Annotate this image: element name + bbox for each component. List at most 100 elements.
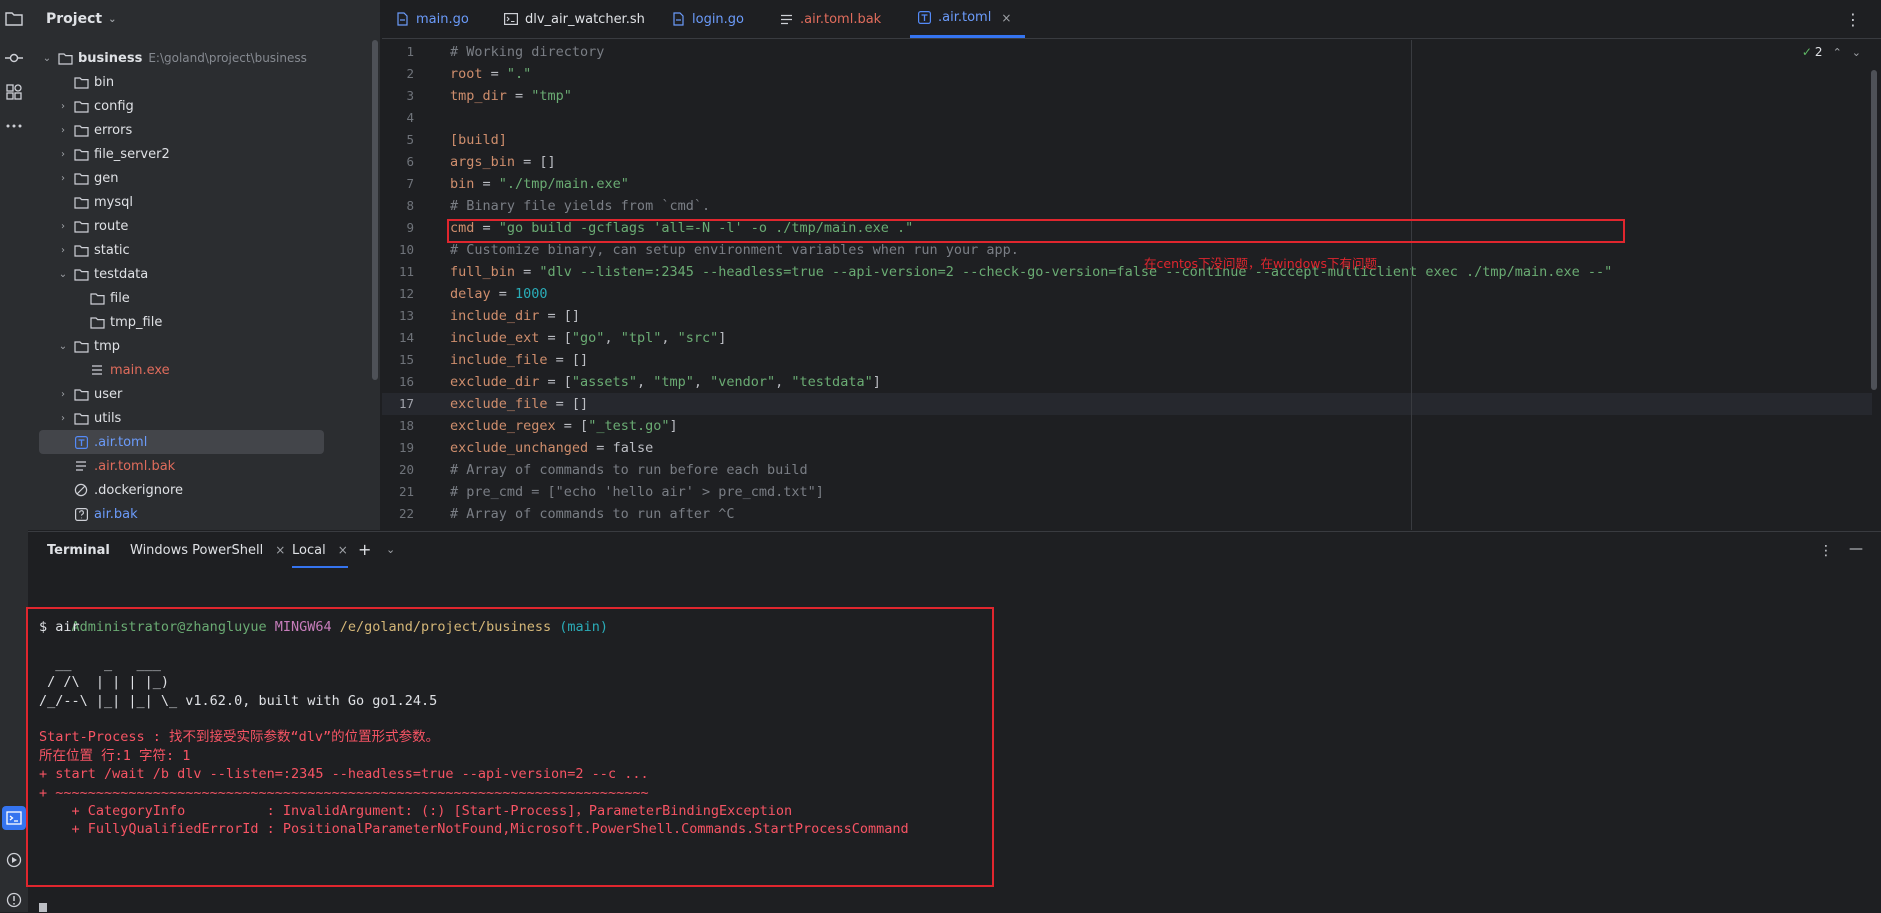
folder-icon xyxy=(73,171,89,185)
inspection-widget[interactable]: ✓ 2 ⌃ ⌄ xyxy=(1802,45,1861,59)
project-title: Project xyxy=(46,11,103,27)
text-file-icon xyxy=(73,459,89,473)
code-token: root xyxy=(450,66,483,82)
tree-scrollbar[interactable] xyxy=(372,40,378,380)
commit-icon[interactable] xyxy=(2,46,26,70)
terminal-icon[interactable] xyxy=(2,806,26,830)
code-line: 5 [build] xyxy=(382,129,1872,151)
tab-local[interactable]: Local × xyxy=(292,543,348,568)
chevron-down-icon[interactable]: ⌄ xyxy=(40,53,54,64)
chevron-up-icon[interactable]: ⌃ xyxy=(1833,46,1842,59)
tree-item[interactable]: .air.toml xyxy=(39,430,324,454)
minimize-icon[interactable]: — xyxy=(1849,541,1863,557)
tree-item[interactable]: › static xyxy=(28,238,380,262)
code-token: "_test.go" xyxy=(588,418,670,434)
tab-dlv-air-watcher-sh[interactable]: dlv_air_watcher.sh xyxy=(504,0,645,38)
add-icon[interactable]: + xyxy=(358,540,371,559)
tree-item[interactable]: › errors xyxy=(28,118,380,142)
line-number: 4 xyxy=(406,110,414,125)
code-text: # Array of commands to run after ^C xyxy=(450,503,734,525)
tab-login-go[interactable]: login.go xyxy=(672,0,744,38)
chevron-down-icon[interactable]: ⌄ xyxy=(56,341,70,352)
tab-windows-powershell[interactable]: Windows PowerShell × xyxy=(130,543,285,558)
code-token: = [] xyxy=(515,154,556,170)
tab-options-icon[interactable]: ⋮ xyxy=(1845,10,1861,29)
more-tools-icon[interactable] xyxy=(2,114,26,138)
terminal-options-icon[interactable]: ⋮ xyxy=(1819,543,1833,559)
chevron-right-icon[interactable]: › xyxy=(56,101,70,112)
chevron-right-icon[interactable]: › xyxy=(56,125,70,136)
code-token: # Binary file yields from `cmd`. xyxy=(450,198,711,214)
close-icon[interactable]: × xyxy=(1001,11,1011,25)
code-text: # Array of commands to run before each b… xyxy=(450,459,808,481)
tree-item[interactable]: file xyxy=(28,286,380,310)
tree-item[interactable]: air.bak xyxy=(28,502,380,526)
chevron-down-icon[interactable]: ⌄ xyxy=(386,543,395,556)
services-icon[interactable] xyxy=(2,848,26,872)
tab-air-toml-bak[interactable]: .air.toml.bak xyxy=(780,0,881,38)
tree-item[interactable]: .dockerignore xyxy=(28,478,380,502)
code-token: ] xyxy=(669,418,678,434)
folder-icon xyxy=(73,195,89,209)
code-token: = xyxy=(474,176,499,192)
tab-main-go[interactable]: main.go xyxy=(396,0,469,38)
go-file-icon xyxy=(672,12,685,26)
close-icon[interactable]: × xyxy=(275,543,285,557)
tree-root-business[interactable]: ⌄ business E:\goland\project\business xyxy=(28,46,380,70)
chevron-right-icon[interactable]: › xyxy=(56,149,70,160)
terminal-header: Terminal Windows PowerShell × Local × + ⌄ … xyxy=(28,532,1881,570)
tree-label: testdata xyxy=(94,266,149,282)
tree-item[interactable]: mysql xyxy=(28,190,380,214)
line-number: 12 xyxy=(398,286,414,301)
chevron-right-icon[interactable]: › xyxy=(56,221,70,232)
editor-scrollbar[interactable] xyxy=(1871,70,1877,390)
tree-item[interactable]: tmp_file xyxy=(28,310,380,334)
tree-item[interactable]: main.exe xyxy=(28,358,380,382)
chevron-right-icon[interactable]: › xyxy=(56,413,70,424)
code-token: delay xyxy=(450,286,491,302)
tree-item[interactable]: › utils xyxy=(28,406,380,430)
project-folder-icon[interactable] xyxy=(2,6,26,30)
tree-item[interactable]: bin xyxy=(28,70,380,94)
tree-item[interactable]: › config xyxy=(28,94,380,118)
code-text: [build] xyxy=(450,129,507,151)
code-area[interactable]: 1 # Working directory 2 root = "." 3 tmp_dir … xyxy=(382,40,1881,530)
chevron-right-icon[interactable]: › xyxy=(56,173,70,184)
chevron-down-icon[interactable]: ⌄ xyxy=(108,14,116,25)
code-token: tmp_dir xyxy=(450,88,507,104)
tree-label: user xyxy=(94,386,123,402)
tree-label: gen xyxy=(94,170,119,186)
code-text: include_file = [] xyxy=(450,349,588,371)
tree-item[interactable]: ⌄ tmp xyxy=(28,334,380,358)
folder-icon xyxy=(73,411,89,425)
code-token: = xyxy=(506,88,532,104)
tree-item[interactable]: › user xyxy=(28,382,380,406)
line-number: 13 xyxy=(398,308,414,323)
project-header[interactable]: Project ⌄ xyxy=(28,0,380,38)
tab-air-toml[interactable]: .air.toml × xyxy=(910,0,1026,38)
tree-item[interactable]: ⌄ testdata xyxy=(28,262,380,286)
annotation-note: 在centos下没问题，在windows下有问题 xyxy=(1144,256,1377,271)
tree-item[interactable]: › gen xyxy=(28,166,380,190)
chevron-down-icon[interactable]: ⌄ xyxy=(1852,46,1861,59)
code-text: exclude_dir = ["assets", "tmp", "vendor"… xyxy=(450,371,881,393)
tree-item[interactable]: › route xyxy=(28,214,380,238)
code-line: 13 include_dir = [] xyxy=(382,305,1872,327)
project-panel: Project ⌄ ⌄ business E:\goland\project\bus… xyxy=(28,0,380,530)
code-token: = [] xyxy=(547,352,589,368)
code-token: "testdata" xyxy=(791,374,873,390)
code-line: 12 delay = 1000 xyxy=(382,283,1872,305)
tree-item[interactable]: › file_server2 xyxy=(28,142,380,166)
problems-icon[interactable] xyxy=(2,888,26,912)
chevron-right-icon[interactable]: › xyxy=(56,245,70,256)
chevron-down-icon[interactable]: ⌄ xyxy=(56,269,70,280)
toml-file-icon xyxy=(918,11,931,24)
tree-item[interactable]: .air.toml.bak xyxy=(28,454,380,478)
code-token: , xyxy=(775,374,792,390)
unknown-file-icon xyxy=(73,507,89,521)
code-text: root = "." xyxy=(450,63,531,85)
chevron-right-icon[interactable]: › xyxy=(56,389,70,400)
close-icon[interactable]: × xyxy=(338,543,348,557)
structure-icon[interactable] xyxy=(2,80,26,104)
tree-label: route xyxy=(94,218,129,234)
